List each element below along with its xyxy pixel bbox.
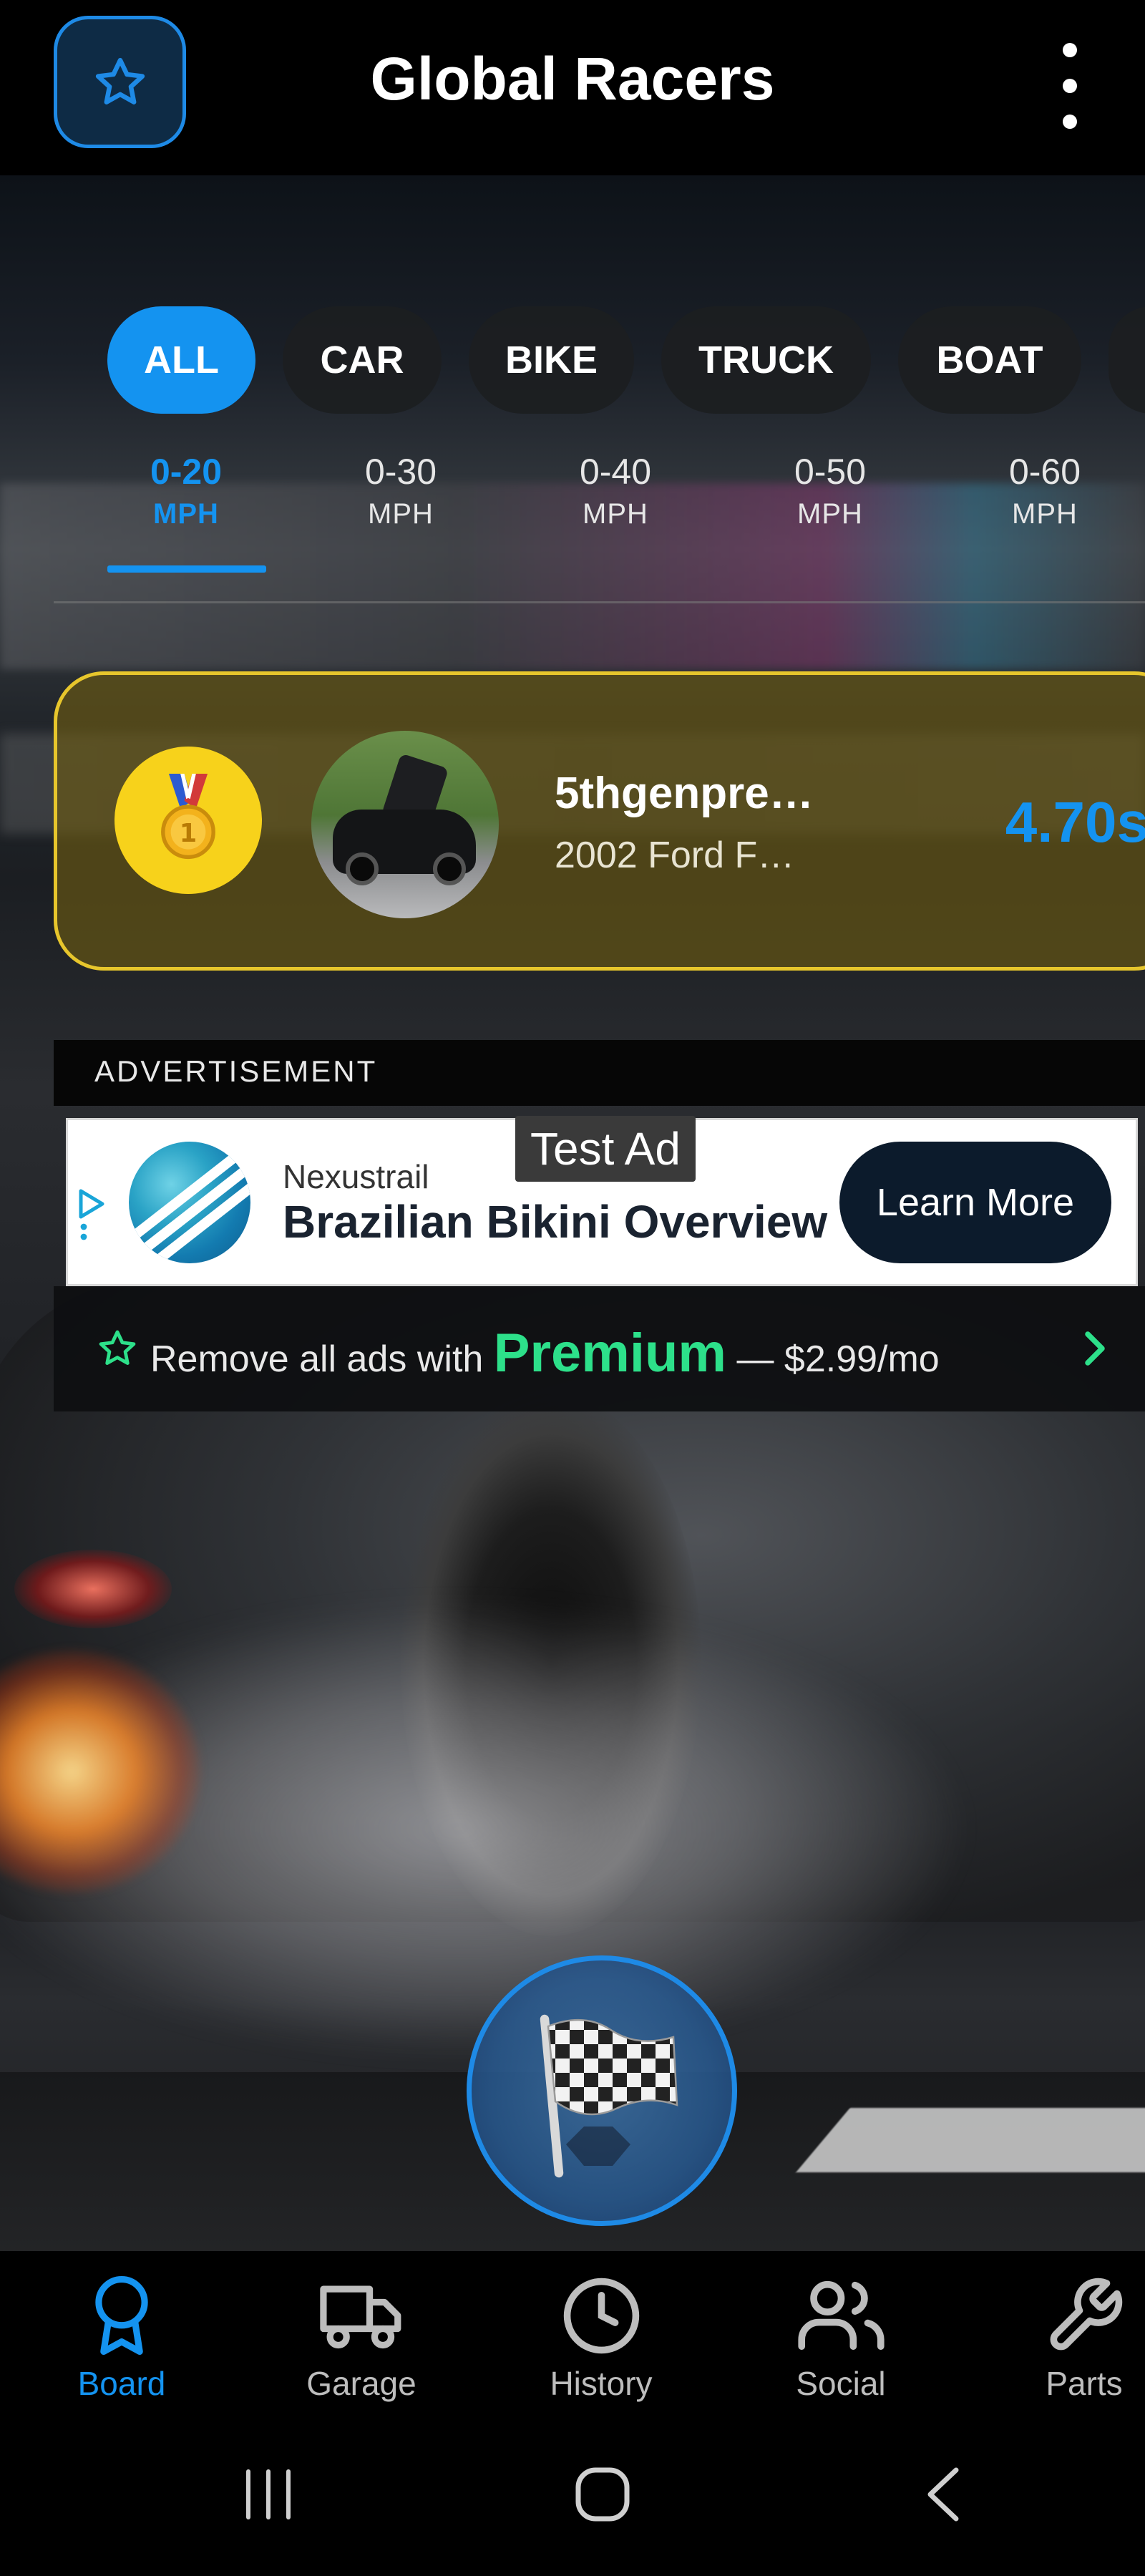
app-header: Global Racers: [0, 0, 1145, 175]
nav-label: Garage: [306, 2365, 416, 2402]
learn-more-button[interactable]: Learn More: [839, 1142, 1111, 1263]
system-navigation-bar: [0, 2416, 1145, 2576]
chip-truck[interactable]: TRUCK: [661, 306, 871, 414]
tab-range: 0-40: [579, 452, 652, 492]
tab-range: 0-20: [150, 452, 223, 492]
ad-banner[interactable]: Nexustrail Brazilian Bikini Overview Tes…: [66, 1116, 1138, 1286]
back-icon[interactable]: [917, 2464, 968, 2524]
nav-label: Parts: [1046, 2365, 1123, 2402]
clock-icon: [563, 2278, 639, 2353]
ad-headline: Brazilian Bikini Overview: [283, 1196, 828, 1248]
speed-range-tabs: 0-20 MPH 0-30 MPH 0-40 MPH 0-50 MPH 0-60…: [107, 451, 1145, 580]
recent-apps-icon[interactable]: [240, 2466, 297, 2523]
tab-unit: MPH: [583, 498, 648, 530]
bottom-navigation: Board Garage History Social Parts: [0, 2251, 1145, 2416]
chip-boat[interactable]: BOAT: [898, 306, 1081, 414]
nav-label: Board: [77, 2365, 166, 2402]
svg-text:1: 1: [180, 819, 197, 848]
tab-0-20[interactable]: 0-20 MPH: [107, 451, 265, 530]
premium-text: Remove all ads with Premium — $2.99/mo: [150, 1322, 940, 1384]
chip-all[interactable]: ALL: [107, 306, 255, 414]
premium-upsell-banner[interactable]: Remove all ads with Premium — $2.99/mo: [54, 1286, 1145, 1411]
chip-car[interactable]: CAR: [283, 306, 442, 414]
premium-highlight: Premium: [493, 1323, 726, 1384]
tab-unit: MPH: [1012, 498, 1078, 530]
leaderboard-row[interactable]: 1 5thgenpre… 2002 Ford F… 4.70s: [54, 671, 1145, 971]
tab-unit: MPH: [153, 498, 219, 530]
vehicle-filter-chips: ALL CAR BIKE TRUCK BOAT: [107, 306, 1145, 414]
advertiser-name: Nexustrail: [283, 1158, 429, 1195]
racer-car-photo: [311, 731, 499, 918]
race-time: 4.70s: [1005, 790, 1145, 854]
nav-label: History: [550, 2365, 653, 2402]
active-tab-indicator: [107, 565, 266, 573]
tab-0-30[interactable]: 0-30 MPH: [322, 451, 479, 530]
advertiser-logo: [129, 1142, 250, 1263]
nav-parts[interactable]: Parts: [991, 2273, 1145, 2403]
tab-0-50[interactable]: 0-50 MPH: [751, 451, 909, 530]
racer-vehicle: 2002 Ford F…: [555, 835, 795, 876]
star-outline-icon: [99, 1330, 136, 1365]
users-icon: [797, 2280, 885, 2351]
page-title: Global Racers: [370, 45, 775, 112]
nav-social[interactable]: Social: [748, 2273, 934, 2403]
chip-bike[interactable]: BIKE: [469, 306, 634, 414]
nav-label: Social: [796, 2365, 886, 2402]
tab-range: 0-30: [364, 452, 437, 492]
nav-history[interactable]: History: [508, 2273, 694, 2403]
start-race-button[interactable]: [467, 1955, 737, 2226]
chevron-right-icon: [1085, 1331, 1105, 1366]
divider: [54, 601, 1145, 603]
home-icon[interactable]: [572, 2464, 633, 2524]
nav-board[interactable]: Board: [29, 2273, 215, 2403]
tab-unit: MPH: [797, 498, 863, 530]
tab-range: 0-50: [794, 452, 867, 492]
more-vertical-icon[interactable]: [1052, 43, 1088, 129]
gold-medal-icon: 1: [114, 747, 262, 894]
truck-icon: [320, 2285, 401, 2349]
racer-name: 5thgenpre…: [555, 769, 814, 818]
premium-prefix: Remove all ads with: [150, 1338, 484, 1380]
nav-garage[interactable]: Garage: [268, 2273, 454, 2403]
ad-label: ADVERTISEMENT: [94, 1054, 378, 1088]
tab-0-40[interactable]: 0-40 MPH: [537, 451, 694, 530]
tab-unit: MPH: [368, 498, 434, 530]
ad-section-header: ADVERTISEMENT: [54, 1040, 1145, 1106]
tab-range: 0-60: [1008, 452, 1081, 492]
checkered-flag-icon: [540, 2014, 678, 2178]
ribbon-icon: [95, 2276, 148, 2355]
chip-more-partial[interactable]: [1109, 306, 1145, 414]
tab-0-60[interactable]: 0-60 MPH: [966, 451, 1124, 530]
ad-choices-icon[interactable]: [77, 1188, 105, 1245]
wrench-icon: [1050, 2278, 1122, 2350]
test-ad-badge: Test Ad: [515, 1116, 696, 1182]
premium-price: — $2.99/mo: [736, 1338, 940, 1380]
